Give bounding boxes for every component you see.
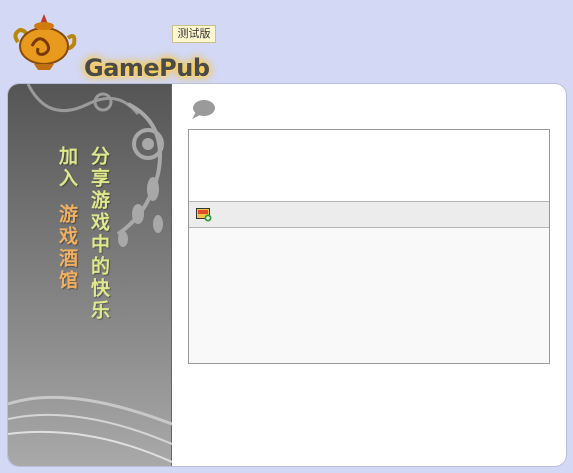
add-image-icon[interactable] xyxy=(196,208,212,222)
teapot-emblem-icon xyxy=(13,14,77,70)
message-input[interactable] xyxy=(189,228,549,363)
slogan-share: 分享游戏中的快乐 xyxy=(88,146,110,322)
message-preview-area xyxy=(189,130,549,201)
gamepub-logo[interactable]: GamePub xyxy=(8,12,218,82)
composer-toolbar xyxy=(189,201,549,228)
sidebar-banner: 分享游戏中的快乐 加入 游戏酒馆 xyxy=(8,84,172,466)
main-panel: 分享游戏中的快乐 加入 游戏酒馆 xyxy=(7,83,567,467)
speech-bubble-icon xyxy=(192,100,215,119)
slogan-tavern: 游戏酒馆 xyxy=(56,204,78,292)
beta-badge: 测试版 xyxy=(172,25,216,43)
logo-wordmark: GamePub xyxy=(84,54,210,82)
slogan-join: 加入 xyxy=(56,146,78,190)
message-composer xyxy=(188,129,550,364)
